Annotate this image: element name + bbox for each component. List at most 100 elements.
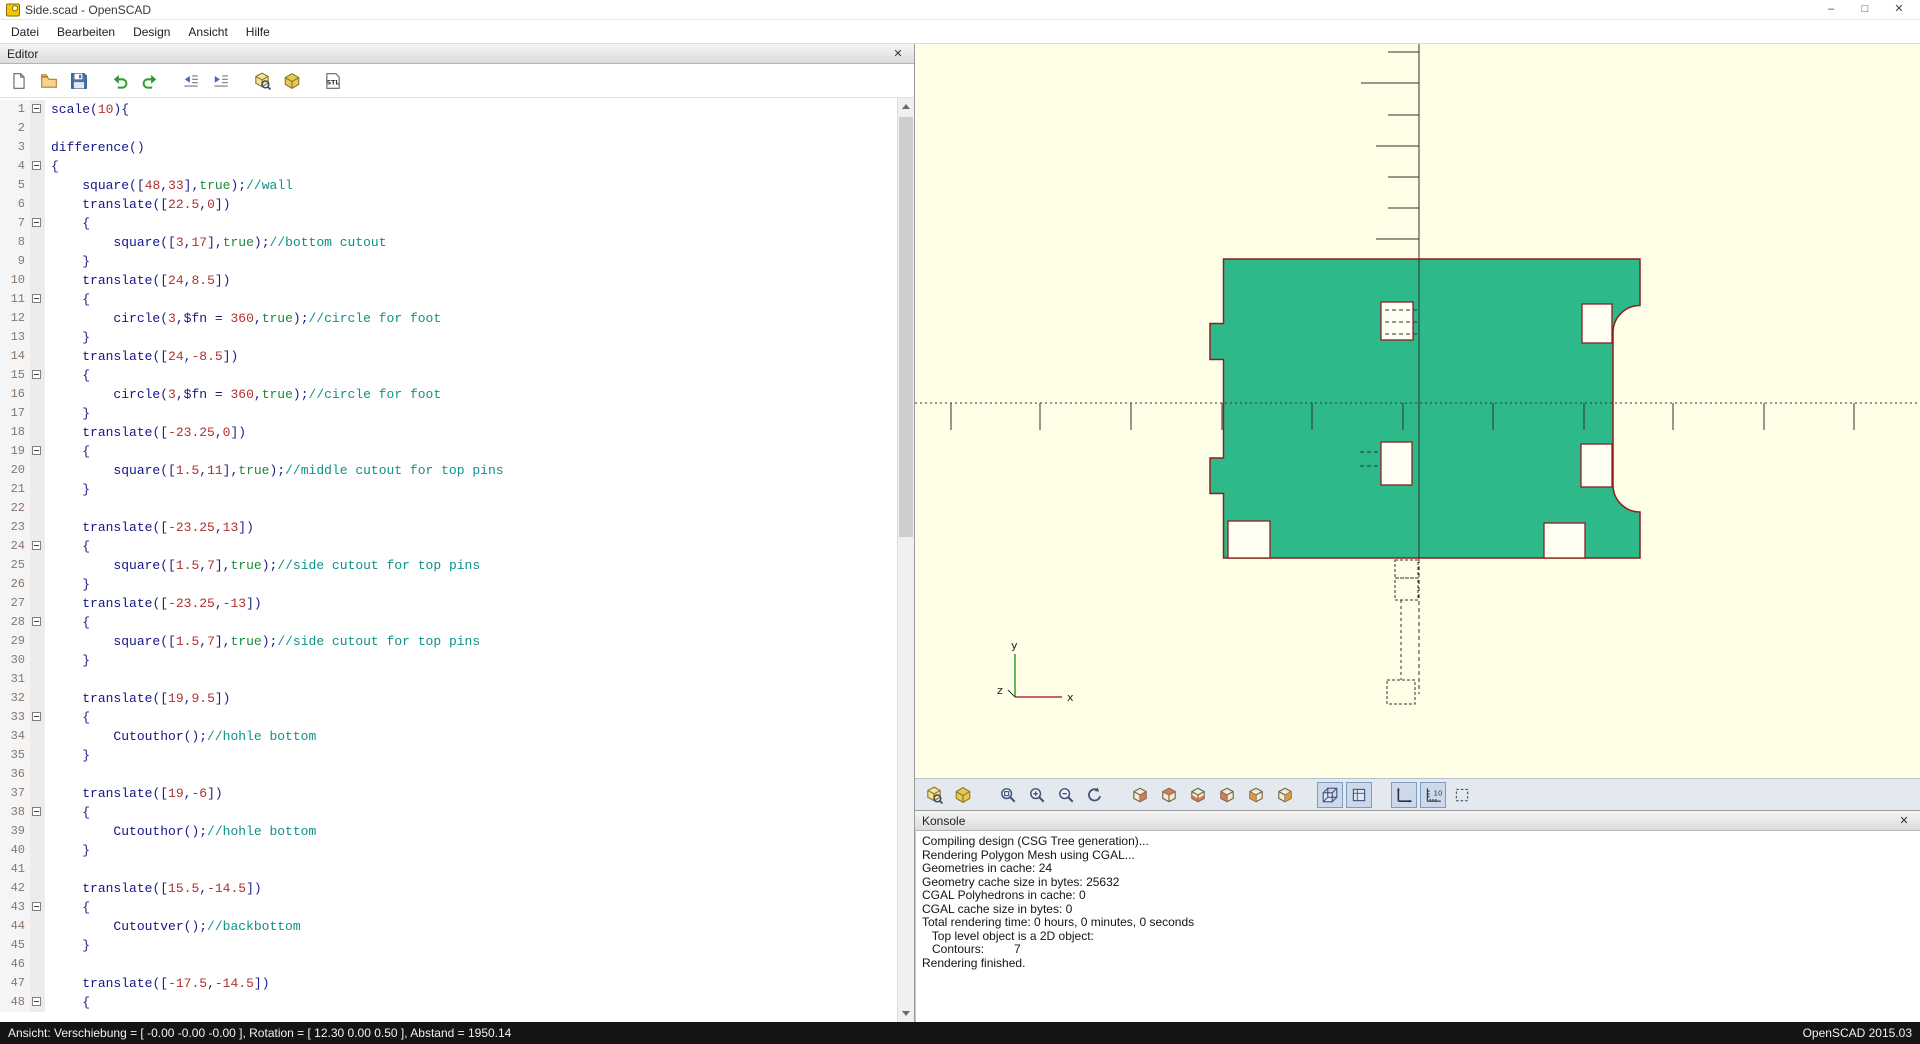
minimize-button[interactable]: – <box>1814 0 1848 19</box>
code-line[interactable]: 18 translate([-23.25,0]) <box>0 423 897 442</box>
view-top-button[interactable] <box>1156 782 1182 808</box>
zoom-in-button[interactable] <box>1024 782 1050 808</box>
editor-close-icon[interactable]: ✕ <box>889 47 907 60</box>
fold-marker-icon[interactable] <box>32 617 41 626</box>
code-line[interactable]: 36 <box>0 765 897 784</box>
scrollbar-thumb[interactable] <box>899 117 913 537</box>
indent-button[interactable] <box>207 67 235 95</box>
code-line[interactable]: 27 translate([-23.25,-13]) <box>0 594 897 613</box>
code-line[interactable]: 23 translate([-23.25,13]) <box>0 518 897 537</box>
preview-button[interactable] <box>921 782 947 808</box>
show-scale-markers-button[interactable]: 10 <box>1420 781 1446 808</box>
unindent-button[interactable] <box>177 67 205 95</box>
code-line[interactable]: 40 } <box>0 841 897 860</box>
code-line[interactable]: 35 } <box>0 746 897 765</box>
code-line[interactable]: 26 } <box>0 575 897 594</box>
fold-marker-icon[interactable] <box>32 446 41 455</box>
menu-ansicht[interactable]: Ansicht <box>179 21 236 43</box>
code-line[interactable]: 5 square([48,33],true);//wall <box>0 176 897 195</box>
code-line[interactable]: 10 translate([24,8.5]) <box>0 271 897 290</box>
view-orthogonal-button[interactable] <box>1346 781 1372 808</box>
fold-marker-icon[interactable] <box>32 712 41 721</box>
code-line[interactable]: 14 translate([24,-8.5]) <box>0 347 897 366</box>
code-line[interactable]: 16 circle(3,$fn = 360,true);//circle for… <box>0 385 897 404</box>
render-button[interactable] <box>950 782 976 808</box>
code-line[interactable]: 2 <box>0 119 897 138</box>
code-line[interactable]: 29 square([1.5,7],true);//side cutout fo… <box>0 632 897 651</box>
code-line[interactable]: 20 square([1.5,11],true);//middle cutout… <box>0 461 897 480</box>
code-line[interactable]: 46 <box>0 955 897 974</box>
preview-button[interactable] <box>248 67 276 95</box>
code-line[interactable]: 25 square([1.5,7],true);//side cutout fo… <box>0 556 897 575</box>
code-line[interactable]: 21 } <box>0 480 897 499</box>
code-line[interactable]: 48 { <box>0 993 897 1012</box>
fold-marker-icon[interactable] <box>32 161 41 170</box>
viewport-canvas[interactable]: x y z <box>915 44 1920 778</box>
fold-marker-icon[interactable] <box>32 104 41 113</box>
save-file-button[interactable] <box>65 67 93 95</box>
code-line[interactable]: 44 Cutoutver();//backbottom <box>0 917 897 936</box>
fold-marker-icon[interactable] <box>32 294 41 303</box>
code-line[interactable]: 13 } <box>0 328 897 347</box>
code-line[interactable]: 38 { <box>0 803 897 822</box>
redo-button[interactable] <box>136 67 164 95</box>
code-line[interactable]: 17 } <box>0 404 897 423</box>
code-line[interactable]: 6 translate([22.5,0]) <box>0 195 897 214</box>
code-line[interactable]: 28 { <box>0 613 897 632</box>
fold-marker-icon[interactable] <box>32 902 41 911</box>
code-line[interactable]: 8 square([3,17],true);//bottom cutout <box>0 233 897 252</box>
open-file-button[interactable] <box>35 67 63 95</box>
close-button[interactable]: ✕ <box>1882 0 1916 19</box>
view-right-button[interactable] <box>1127 782 1153 808</box>
code-line[interactable]: 33 { <box>0 708 897 727</box>
code-line[interactable]: 1 scale(10){ <box>0 100 897 119</box>
editor-vertical-scrollbar[interactable] <box>897 98 914 1022</box>
view-front-button[interactable] <box>1243 782 1269 808</box>
render-button[interactable] <box>278 67 306 95</box>
code-line[interactable]: 47 translate([-17.5,-14.5]) <box>0 974 897 993</box>
fold-marker-icon[interactable] <box>32 541 41 550</box>
fold-marker-icon[interactable] <box>32 807 41 816</box>
undo-button[interactable] <box>106 67 134 95</box>
code-line[interactable]: 12 circle(3,$fn = 360,true);//circle for… <box>0 309 897 328</box>
menu-hilfe[interactable]: Hilfe <box>237 21 279 43</box>
zoom-out-button[interactable] <box>1053 782 1079 808</box>
show-axes-button[interactable] <box>1391 781 1417 808</box>
menu-bearbeiten[interactable]: Bearbeiten <box>48 21 124 43</box>
code-line[interactable]: 9 } <box>0 252 897 271</box>
code-line[interactable]: 19 { <box>0 442 897 461</box>
fold-marker-icon[interactable] <box>32 370 41 379</box>
menu-design[interactable]: Design <box>124 21 179 43</box>
code-line[interactable]: 7 { <box>0 214 897 233</box>
new-file-button[interactable] <box>5 67 33 95</box>
code-line[interactable]: 42 translate([15.5,-14.5]) <box>0 879 897 898</box>
view-perspective-button[interactable] <box>1317 781 1343 808</box>
code-line[interactable]: 32 translate([19,9.5]) <box>0 689 897 708</box>
view-bottom-button[interactable] <box>1185 782 1211 808</box>
code-line[interactable]: 39 Cutouthor();//hohle bottom <box>0 822 897 841</box>
code-line[interactable]: 4{ <box>0 157 897 176</box>
code-editor[interactable]: 1 scale(10){2 3 difference() 4{5 square([48,… <box>0 98 897 1022</box>
code-line[interactable]: 45 } <box>0 936 897 955</box>
code-line[interactable]: 31 <box>0 670 897 689</box>
menu-datei[interactable]: Datei <box>2 21 48 43</box>
fold-marker-icon[interactable] <box>32 218 41 227</box>
code-line[interactable]: 30 } <box>0 651 897 670</box>
view-left-button[interactable] <box>1214 782 1240 808</box>
reset-view-button[interactable] <box>1082 782 1108 808</box>
scroll-up-icon[interactable] <box>898 98 914 115</box>
code-line[interactable]: 3 difference() <box>0 138 897 157</box>
code-line[interactable]: 24 { <box>0 537 897 556</box>
view-back-button[interactable] <box>1272 782 1298 808</box>
code-line[interactable]: 37 translate([19,-6]) <box>0 784 897 803</box>
console-close-icon[interactable]: ✕ <box>1895 814 1913 827</box>
code-line[interactable]: 43 { <box>0 898 897 917</box>
code-line[interactable]: 41 <box>0 860 897 879</box>
zoom-all-button[interactable] <box>995 782 1021 808</box>
code-line[interactable]: 15 { <box>0 366 897 385</box>
code-line[interactable]: 34 Cutouthor();//hohle bottom <box>0 727 897 746</box>
code-line[interactable]: 11 { <box>0 290 897 309</box>
export-stl-button[interactable]: STL <box>319 67 347 95</box>
maximize-button[interactable]: □ <box>1848 0 1882 19</box>
show-edges-button[interactable] <box>1449 782 1475 808</box>
